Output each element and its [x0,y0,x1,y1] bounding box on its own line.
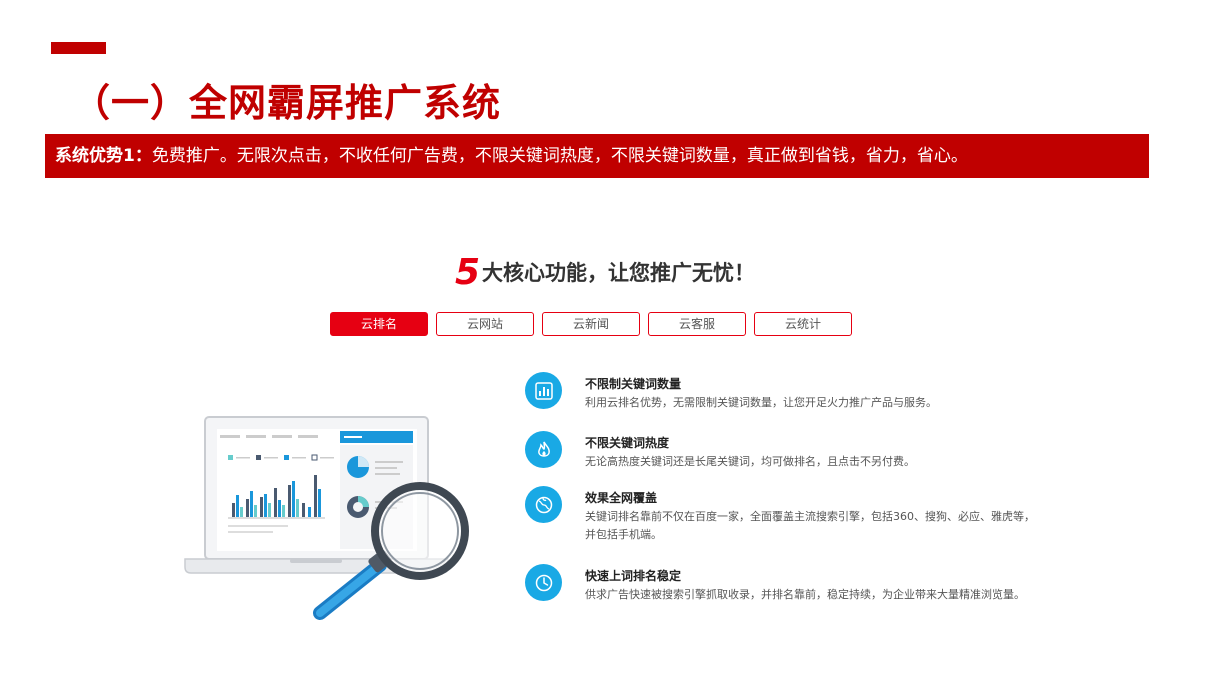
feature-title: 不限关键词热度 [585,436,670,450]
headline-number: 5 [454,252,481,293]
tab-cloud-ranking[interactable]: 云排名 [330,312,428,336]
feature-tabs: 云排名 云网站 云新闻 云客服 云统计 [330,312,852,336]
banner-label: 系统优势1： [55,146,152,166]
tab-cloud-website[interactable]: 云网站 [436,312,534,336]
page-title: （一）全网霸屏推广系统 [72,81,502,125]
laptop-analytics-illustration [184,416,469,620]
feature-title: 不限制关键词数量 [585,377,682,391]
banner-text: 免费推广。无限次点击，不收任何广告费，不限关键词热度，不限关键词数量，真正做到省… [151,146,968,166]
bar-chart-icon [525,372,562,409]
feature-desc: 无论高热度关键词还是长尾关键词，均可做排名，且点击不另付费。 [585,455,915,468]
core-features-headline: 5大核心功能，让您推广无忧！ [0,252,1210,293]
title-accent-bar [51,42,106,54]
advantage-banner: 系统优势1：免费推广。无限次点击，不收任何广告费，不限关键词热度，不限关键词数量… [45,134,1149,178]
clock-icon [525,564,562,601]
feature-title: 快速上词排名稳定 [585,569,682,583]
feature-title: 效果全网覆盖 [585,491,658,505]
headline-text: 大核心功能，让您推广无忧！ [482,261,756,285]
tab-cloud-statistics[interactable]: 云统计 [754,312,852,336]
globe-icon [525,486,562,523]
tab-cloud-news[interactable]: 云新闻 [542,312,640,336]
feature-desc: 利用云排名优势，无需限制关键词数量，让您开足火力推广产品与服务。 [585,396,937,409]
feature-desc: 关键词排名靠前不仅在百度一家，全面覆盖主流搜索引擎，包括360、搜狗、必应、雅虎… [585,510,1035,541]
tab-cloud-service[interactable]: 云客服 [648,312,746,336]
flame-icon [525,431,562,468]
feature-desc: 供求广告快速被搜索引擎抓取收录，并排名靠前，稳定持续，为企业带来大量精准浏览量。 [585,588,1025,601]
